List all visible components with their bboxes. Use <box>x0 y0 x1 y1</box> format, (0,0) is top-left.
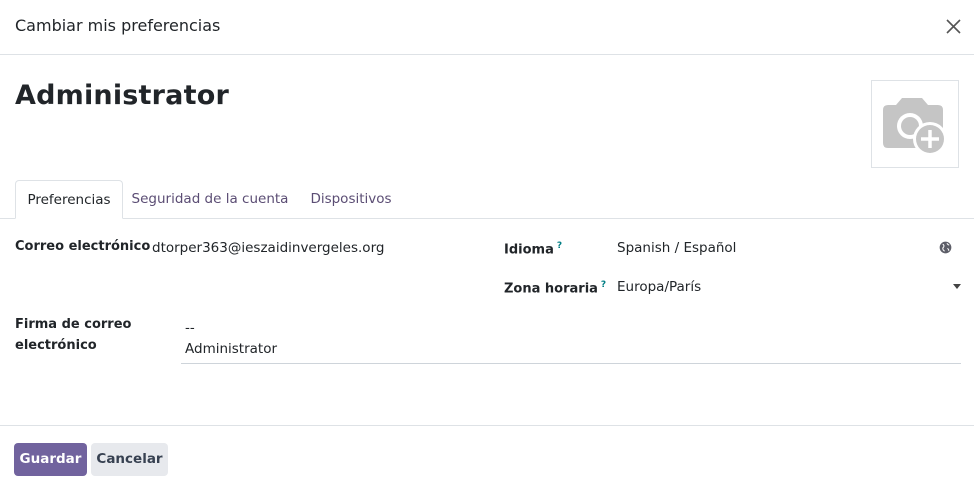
language-field[interactable]: Spanish / Español <box>617 238 927 258</box>
email-value: dtorper363@ieszaidinvergeles.org <box>152 240 385 256</box>
timezone-label: Zona horaria? <box>504 275 606 299</box>
signature-label-line1: Firma de correo <box>15 317 132 332</box>
chevron-down-icon[interactable] <box>953 284 961 289</box>
close-icon <box>946 19 961 34</box>
timezone-help-icon[interactable]: ? <box>601 280 606 290</box>
email-label: Correo electrónico <box>15 239 151 254</box>
signature-label-line2: electrónico <box>15 338 97 353</box>
cancel-button[interactable]: Cancelar <box>91 443 168 476</box>
dialog-footer: Guardar Cancelar <box>0 425 974 487</box>
timezone-select[interactable]: Europa/París <box>617 277 957 297</box>
user-name: Administrator <box>15 80 229 111</box>
tab-bar: Preferencias Seguridad de la cuenta Disp… <box>0 180 974 219</box>
timezone-label-text: Zona horaria <box>504 281 598 297</box>
tab-preferences[interactable]: Preferencias <box>15 180 123 219</box>
signature-label: Firma de correo electrónico <box>15 314 131 356</box>
signature-editor[interactable]: -- Administrator <box>181 318 961 364</box>
dialog-header: Cambiar mis preferencias <box>0 0 974 55</box>
language-label-text: Idioma <box>504 242 554 258</box>
save-button[interactable]: Guardar <box>14 443 87 476</box>
avatar-upload[interactable] <box>871 80 959 168</box>
language-label: Idioma? <box>504 236 562 260</box>
camera-add-icon <box>883 98 947 156</box>
signature-line2: Administrator <box>185 341 278 357</box>
tab-account-security[interactable]: Seguridad de la cuenta <box>128 180 292 219</box>
signature-line1: -- <box>185 320 195 336</box>
language-help-icon[interactable]: ? <box>557 241 562 251</box>
tab-devices[interactable]: Dispositivos <box>300 180 402 219</box>
close-button[interactable] <box>941 14 967 40</box>
dialog-title: Cambiar mis preferencias <box>15 16 221 35</box>
globe-icon[interactable] <box>939 241 952 254</box>
